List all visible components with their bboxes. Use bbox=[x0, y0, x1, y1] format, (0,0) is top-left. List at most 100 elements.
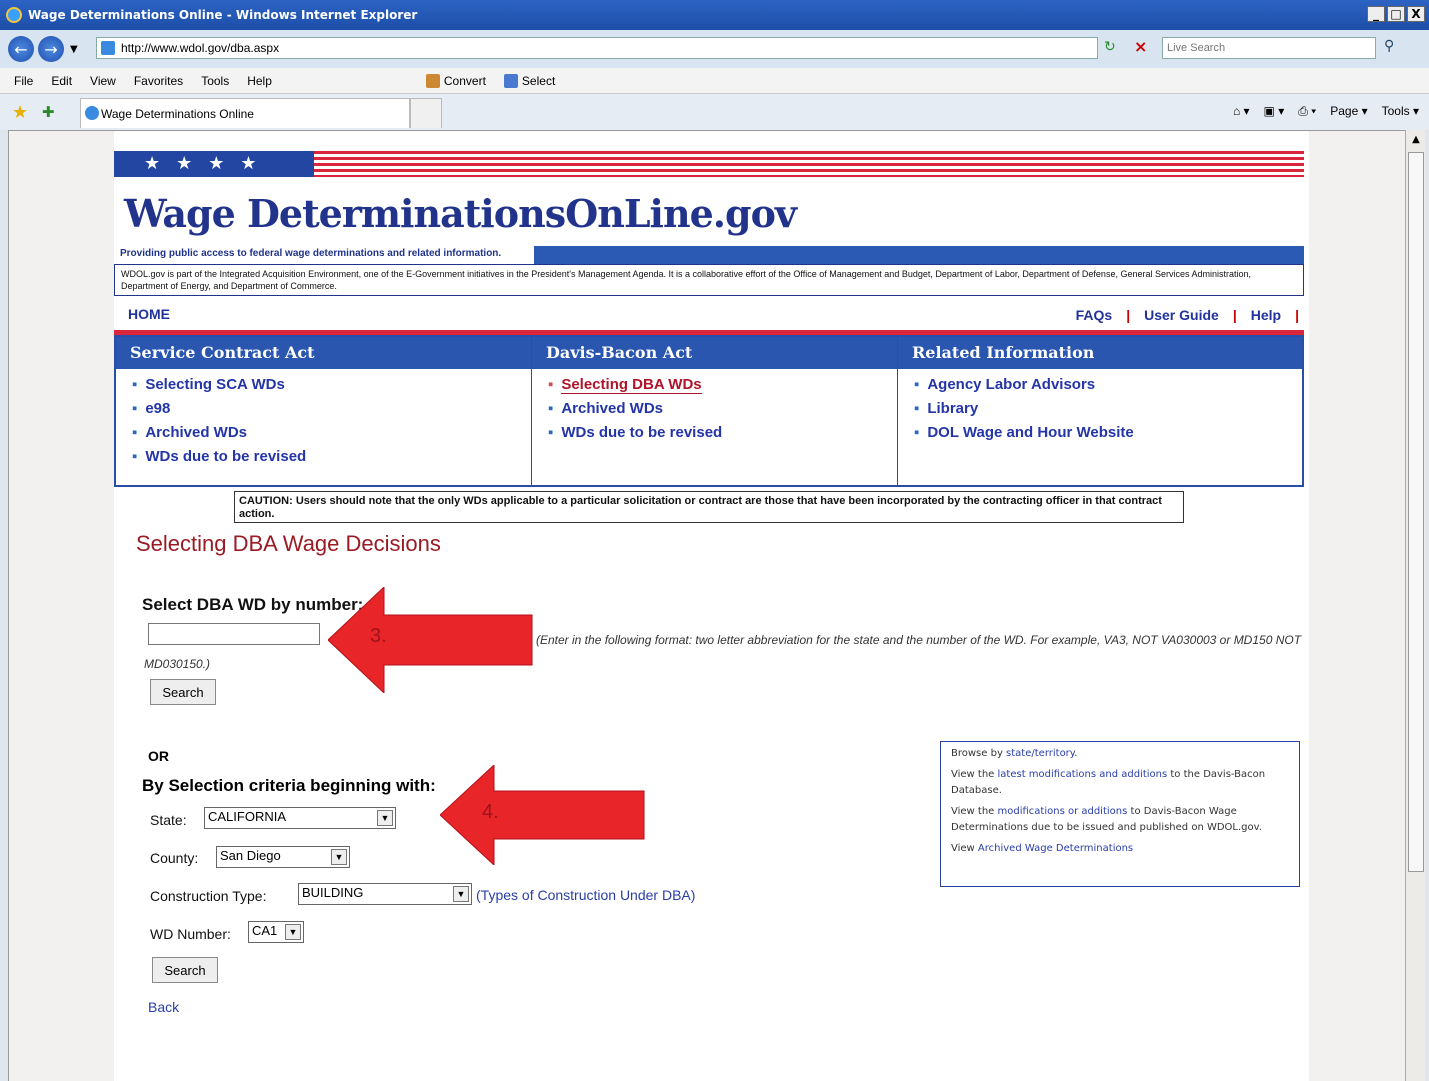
page-title: Selecting DBA Wage Decisions bbox=[136, 531, 441, 556]
menu-edit[interactable]: Edit bbox=[51, 74, 72, 88]
wd-format-hint: (Enter in the following format: two lett… bbox=[144, 633, 1302, 671]
browse-text: Browse by bbox=[951, 748, 1007, 759]
faqs-link[interactable]: FAQs bbox=[1076, 307, 1113, 323]
nav-column-related: Related Information ▪ Agency Labor Adviso… bbox=[898, 337, 1302, 485]
caution-notice: CAUTION: Users should note that the only… bbox=[234, 491, 1184, 523]
maximize-button[interactable]: □ bbox=[1387, 6, 1405, 22]
latest-modifications-link[interactable]: latest modifications and additions bbox=[998, 769, 1168, 780]
print-icon[interactable]: ⎙ ▾ bbox=[1298, 104, 1316, 119]
browse-text: . bbox=[1074, 748, 1078, 759]
tab-bar: ★ ✚ Wage Determinations Online ⌂ ▾ ▣ ▾ ⎙… bbox=[0, 94, 1429, 130]
menu-help[interactable]: Help bbox=[247, 74, 272, 88]
wd-number-value: CA1 bbox=[252, 923, 278, 938]
state-select[interactable]: CALIFORNIA ▼ bbox=[204, 807, 396, 829]
menu-favorites[interactable]: Favorites bbox=[134, 74, 183, 88]
state-territory-link[interactable]: state/territory bbox=[1006, 748, 1074, 759]
tab-wage-determinations[interactable]: Wage Determinations Online bbox=[80, 98, 410, 128]
nav-column-dba: Davis-Bacon Act ▪ Selecting DBA WDs ▪ Arch… bbox=[532, 337, 898, 485]
chevron-down-icon: ▼ bbox=[331, 849, 347, 865]
menu-tools[interactable]: Tools bbox=[201, 74, 229, 88]
county-select[interactable]: San Diego ▼ bbox=[216, 846, 350, 868]
ie-logo-icon bbox=[6, 7, 22, 23]
home-link[interactable]: HOME bbox=[128, 306, 170, 322]
site-logo[interactable]: Wage DeterminationsOnLine.gov bbox=[124, 191, 797, 236]
chevron-down-icon: ▼ bbox=[453, 886, 469, 902]
nav-item-label: Selecting DBA WDs bbox=[561, 376, 702, 394]
construction-type-value: BUILDING bbox=[302, 885, 364, 900]
site-tagline: Providing public access to federal wage … bbox=[120, 248, 502, 259]
command-bar: ⌂ ▾ ▣ ▾ ⎙ ▾ Page ▾ Tools ▾ bbox=[1233, 104, 1419, 119]
help-link[interactable]: Help bbox=[1251, 307, 1281, 323]
live-search-input[interactable]: Live Search bbox=[1162, 37, 1376, 59]
nav-item-dba-revised[interactable]: ▪ WDs due to be revised bbox=[548, 424, 897, 441]
stop-icon[interactable]: × bbox=[1134, 37, 1147, 56]
select-label: Select bbox=[521, 73, 556, 88]
back-link[interactable]: Back bbox=[148, 999, 179, 1015]
menu-view[interactable]: View bbox=[90, 74, 116, 88]
page-menu[interactable]: Page ▾ bbox=[1330, 104, 1367, 119]
new-tab-button[interactable] bbox=[410, 98, 442, 128]
select-button[interactable]: Select bbox=[503, 73, 556, 88]
search-icon[interactable]: ⚲ bbox=[1384, 38, 1394, 54]
page-menu-label: Page bbox=[1330, 104, 1359, 118]
top-links: FAQs | User Guide | Help | bbox=[1076, 307, 1299, 323]
convert-button[interactable]: Convert bbox=[425, 73, 486, 88]
construction-type-select[interactable]: BUILDING ▼ bbox=[298, 883, 472, 905]
nav-heading-dba: Davis-Bacon Act bbox=[532, 337, 897, 369]
menu-file[interactable]: File bbox=[14, 74, 33, 88]
minimize-button[interactable]: _ bbox=[1367, 6, 1385, 22]
home-icon[interactable]: ⌂ ▾ bbox=[1233, 104, 1250, 119]
scrollbar-thumb[interactable] bbox=[1408, 152, 1424, 872]
page-viewport: ★★★★ Wage DeterminationsOnLine.gov Provi… bbox=[8, 130, 1405, 1081]
address-bar[interactable]: http://www.wdol.gov/dba.aspx bbox=[96, 37, 1098, 59]
archived-wage-determinations-link[interactable]: Archived Wage Determinations bbox=[978, 843, 1133, 854]
nav-item-dba-archived[interactable]: ▪ Archived WDs bbox=[548, 400, 897, 417]
add-favorite-icon[interactable]: ✚ bbox=[42, 103, 55, 121]
nav-item-selecting-sca[interactable]: ▪ Selecting SCA WDs bbox=[132, 376, 531, 393]
nav-item-e98[interactable]: ▪ e98 bbox=[132, 400, 531, 417]
favorites-star-icon[interactable]: ★ bbox=[12, 102, 28, 123]
site-info-box: WDOL.gov is part of the Integrated Acqui… bbox=[114, 264, 1304, 296]
nav-item-label: e98 bbox=[145, 400, 171, 417]
wd-number-select[interactable]: CA1 ▼ bbox=[248, 921, 304, 943]
window-title: Wage Determinations Online - Windows Int… bbox=[28, 8, 418, 22]
nav-heading-sca: Service Contract Act bbox=[116, 337, 531, 369]
browse-text: View bbox=[951, 843, 978, 854]
nav-column-sca: Service Contract Act ▪ Selecting SCA WDs … bbox=[116, 337, 532, 485]
history-dropdown-icon[interactable]: ▼ bbox=[70, 44, 78, 55]
user-guide-link[interactable]: User Guide bbox=[1144, 307, 1219, 323]
tools-menu[interactable]: Tools ▾ bbox=[1382, 104, 1419, 119]
nav-item-label: WDs due to be revised bbox=[561, 424, 723, 441]
nav-panel: Service Contract Act ▪ Selecting SCA WDs … bbox=[114, 335, 1304, 487]
convert-icon bbox=[425, 73, 440, 88]
construction-type-label: Construction Type: bbox=[150, 888, 267, 904]
nav-item-sca-archived[interactable]: ▪ Archived WDs bbox=[132, 424, 531, 441]
browse-box: Browse by state/territory. View the late… bbox=[940, 741, 1300, 887]
refresh-icon[interactable]: ↻ bbox=[1104, 39, 1116, 55]
annotation-arrow-4 bbox=[440, 765, 645, 865]
search-by-number-button[interactable]: Search bbox=[150, 679, 216, 705]
types-of-construction-link[interactable]: (Types of Construction Under DBA) bbox=[476, 887, 695, 903]
nav-item-label: DOL Wage and Hour Website bbox=[927, 424, 1134, 441]
latest-mods: View the latest modifications and additi… bbox=[951, 767, 1289, 799]
forward-arrow-icon[interactable]: → bbox=[38, 36, 64, 62]
tools-menu-label: Tools bbox=[1381, 104, 1410, 118]
nav-item-dol-website[interactable]: ▪ DOL Wage and Hour Website bbox=[914, 424, 1302, 441]
browse-text: View the bbox=[951, 769, 998, 780]
scroll-up-icon[interactable]: ▲ bbox=[1406, 130, 1426, 148]
nav-item-library[interactable]: ▪ Library bbox=[914, 400, 1302, 417]
or-label: OR bbox=[148, 748, 169, 764]
nav-item-selecting-dba[interactable]: ▪ Selecting DBA WDs bbox=[548, 376, 897, 394]
search-by-criteria-button[interactable]: Search bbox=[152, 957, 218, 983]
nav-item-labor-advisors[interactable]: ▪ Agency Labor Advisors bbox=[914, 376, 1302, 393]
close-button[interactable]: X bbox=[1407, 6, 1425, 22]
vertical-scrollbar[interactable]: ▲ bbox=[1405, 130, 1425, 1081]
nav-item-sca-revised[interactable]: ▪ WDs due to be revised bbox=[132, 448, 531, 465]
separator: | bbox=[1126, 307, 1131, 323]
feeds-icon[interactable]: ▣ ▾ bbox=[1264, 104, 1285, 119]
select-icon bbox=[503, 73, 518, 88]
back-arrow-icon[interactable]: ← bbox=[8, 36, 34, 62]
archived-wd: View Archived Wage Determinations bbox=[951, 841, 1289, 857]
chevron-down-icon: ▼ bbox=[377, 810, 393, 826]
modifications-or-additions-link[interactable]: modifications or additions bbox=[998, 806, 1128, 817]
